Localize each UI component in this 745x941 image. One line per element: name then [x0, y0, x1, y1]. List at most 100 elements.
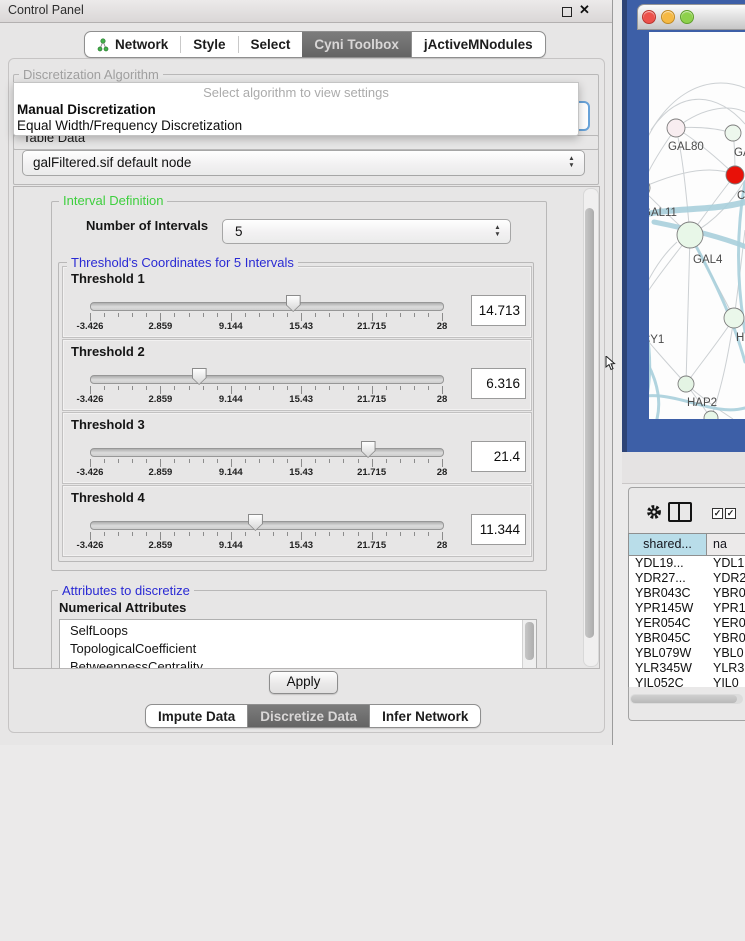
attribute-list-item[interactable]: SelfLoops — [60, 622, 536, 640]
table-row[interactable]: YER054CYER0 — [629, 616, 745, 631]
cell-name: YPR1 — [713, 601, 745, 616]
tab-cyni-toolbox[interactable]: Cyni Toolbox — [302, 32, 411, 57]
table-panel-titlebar: Table Panel — [622, 452, 745, 484]
node-label: HAP2 — [687, 397, 717, 409]
control-panel-titlebar: Control Panel ✕ — [0, 0, 612, 23]
attribute-list-item[interactable]: TopologicalCoefficient — [60, 640, 536, 658]
tick-mark — [428, 313, 429, 317]
threshold-value-field[interactable]: 21.4 — [471, 441, 526, 472]
threshold-value-field[interactable]: 14.713 — [471, 295, 526, 326]
tick-mark — [146, 386, 147, 390]
threshold-slider-track[interactable] — [90, 448, 444, 457]
threshold-value-field[interactable]: 6.316 — [471, 368, 526, 399]
tick-mark — [231, 532, 232, 540]
network-node[interactable] — [678, 376, 694, 392]
scrollbar-thumb[interactable] — [525, 622, 534, 660]
float-window-icon[interactable] — [562, 7, 572, 17]
checkbox-checked-icon[interactable]: ✓ — [712, 508, 723, 519]
table-row[interactable]: YPR145WYPR1 — [629, 601, 745, 616]
tick-mark — [203, 313, 204, 317]
network-edge — [649, 235, 690, 321]
table-row[interactable]: YLR345WYLR3 — [629, 661, 745, 676]
column-layout-icon[interactable] — [668, 502, 692, 522]
table-data-select[interactable]: galFiltered.sif default node ▲▼ — [22, 150, 585, 176]
tick-label: 2.859 — [136, 467, 184, 478]
slider-tick-labels: -3.4262.8599.14415.4321.71528 — [63, 467, 531, 478]
table-row[interactable]: YBR045CYBR0 — [629, 631, 745, 646]
attribute-list-item[interactable]: BetweennessCentrality — [60, 658, 536, 669]
table-row[interactable]: YDR27...YDR2 — [629, 571, 745, 586]
network-node[interactable] — [677, 222, 703, 248]
table-row[interactable]: YDL19...YDL1 — [629, 556, 745, 571]
tick-mark — [400, 459, 401, 463]
network-node[interactable] — [725, 125, 741, 141]
tick-label: 28 — [418, 394, 466, 405]
tick-mark — [414, 459, 415, 463]
mac-minimize-button[interactable] — [661, 10, 675, 24]
tab-jactivemnodules[interactable]: jActiveMNodules — [411, 32, 545, 57]
tick-label: -3.426 — [66, 540, 114, 551]
threshold-panel: Threshold 2 -3.4262.8599.14415.4321.7152… — [62, 339, 532, 411]
network-node[interactable] — [667, 119, 685, 137]
tick-mark — [231, 386, 232, 394]
tick-mark — [343, 532, 344, 536]
tab-label: Discretize Data — [260, 709, 357, 724]
tab-impute-data[interactable]: Impute Data — [146, 705, 247, 727]
threshold-panel: Threshold 4 -3.4262.8599.14415.4321.7152… — [62, 485, 532, 557]
tick-label: 9.144 — [207, 540, 255, 551]
mac-zoom-button[interactable] — [680, 10, 694, 24]
dropdown-option-equal-width-frequency[interactable]: Equal Width/Frequency Discretization — [14, 118, 578, 134]
tick-mark — [301, 532, 302, 540]
list-scrollbar[interactable] — [522, 620, 536, 669]
tick-mark — [245, 386, 246, 390]
node-label: H — [736, 332, 744, 344]
network-canvas[interactable]: GAL80GACGAL11GAL4GCY1HHAP2 — [649, 32, 745, 419]
settings-gear-icon[interactable] — [645, 503, 663, 521]
node-label: C — [737, 190, 745, 202]
tick-label: 28 — [418, 321, 466, 332]
network-node[interactable] — [704, 411, 718, 419]
column-header-shared-name[interactable]: shared... — [628, 533, 707, 556]
cell-name: YLR3 — [713, 661, 744, 676]
spinner-arrows-icon[interactable]: ▲▼ — [567, 155, 576, 169]
group-title: Interval Definition — [59, 193, 167, 208]
network-icon — [97, 38, 109, 52]
close-icon[interactable]: ✕ — [579, 2, 590, 18]
checkbox-checked-icon[interactable]: ✓ — [725, 508, 736, 519]
tab-network[interactable]: Network — [85, 32, 180, 57]
tick-label: 28 — [418, 540, 466, 551]
spinner-arrows-icon[interactable]: ▲▼ — [493, 224, 502, 238]
network-node[interactable] — [726, 166, 744, 184]
scrollbar-thumb[interactable] — [585, 208, 594, 638]
intervals-value: 5 — [235, 220, 243, 244]
tab-select[interactable]: Select — [239, 32, 303, 57]
tab-style[interactable]: Style — [181, 32, 237, 57]
tick-mark — [118, 386, 119, 390]
table-row[interactable]: YIL052CYIL0 — [629, 676, 745, 687]
threshold-value-field[interactable]: 11.344 — [471, 514, 526, 545]
scrollbar-thumb[interactable] — [631, 695, 737, 703]
number-of-intervals-select[interactable]: 5 ▲▼ — [222, 219, 511, 244]
network-node[interactable] — [724, 308, 744, 328]
threshold-slider-track[interactable] — [90, 521, 444, 530]
tab-discretize-data[interactable]: Discretize Data — [247, 705, 369, 727]
dropdown-option-manual-discretization[interactable]: Manual Discretization — [14, 102, 578, 118]
apply-button[interactable]: Apply — [269, 671, 338, 694]
tick-mark — [442, 459, 443, 467]
tick-mark — [231, 313, 232, 321]
mac-close-button[interactable] — [642, 10, 656, 24]
column-header-name[interactable]: na — [706, 533, 745, 556]
threshold-slider-track[interactable] — [90, 375, 444, 384]
cell-name: YBR0 — [713, 586, 745, 601]
numerical-attributes-list[interactable]: SelfLoopsTopologicalCoefficientBetweenne… — [59, 619, 537, 669]
tick-mark — [217, 386, 218, 390]
dropdown-prompt-item[interactable]: Select algorithm to view settings — [14, 83, 578, 102]
table-row[interactable]: YBR043CYBR0 — [629, 586, 745, 601]
network-node[interactable] — [649, 179, 650, 197]
threshold-slider-track[interactable] — [90, 302, 444, 311]
tick-mark — [287, 386, 288, 390]
node-label: GA — [734, 147, 745, 159]
table-row[interactable]: YBL079WYBL0 — [629, 646, 745, 661]
tab-infer-network[interactable]: Infer Network — [369, 705, 480, 727]
tick-label: 28 — [418, 467, 466, 478]
